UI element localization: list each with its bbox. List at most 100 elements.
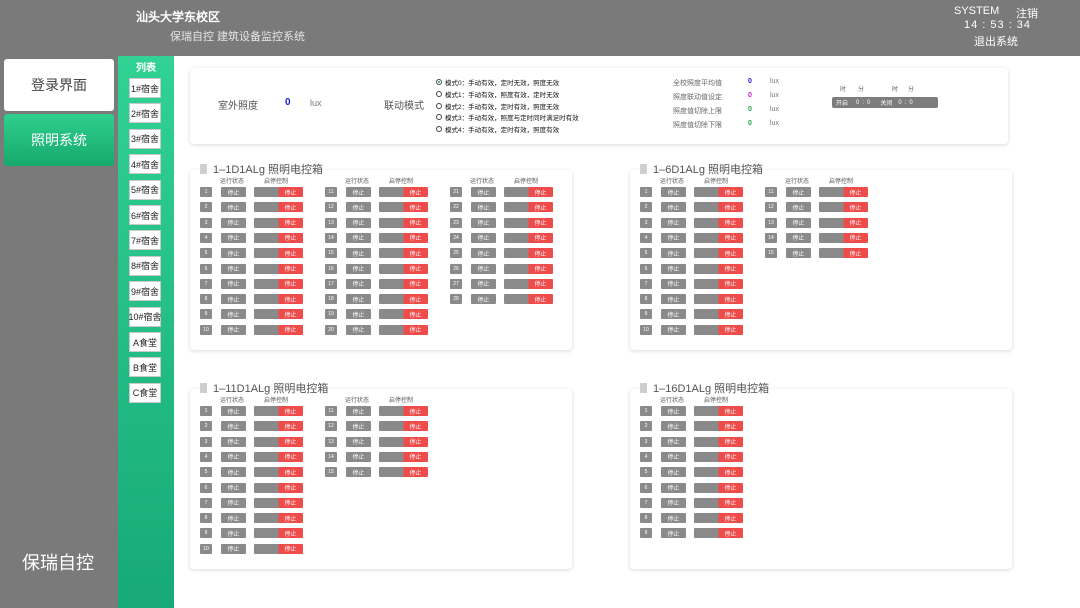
- building-list-item[interactable]: C食堂: [129, 382, 161, 403]
- start-stop-toggle[interactable]: 停止: [504, 263, 553, 274]
- start-stop-label: 停止: [724, 190, 737, 197]
- start-stop-toggle[interactable]: 停止: [504, 217, 553, 228]
- start-stop-toggle[interactable]: 停止: [379, 467, 428, 478]
- timer-on-hour[interactable]: 0: [856, 100, 859, 106]
- linkage-mode-option[interactable]: 模式0：手动有效，定时无效，照度无效: [436, 77, 559, 87]
- start-stop-toggle[interactable]: 停止: [379, 232, 428, 243]
- start-stop-toggle[interactable]: 停止: [504, 278, 553, 289]
- building-list-item[interactable]: 2#宿舍: [129, 103, 161, 124]
- start-stop-toggle[interactable]: 停止: [694, 187, 743, 197]
- start-stop-toggle[interactable]: 停止: [254, 482, 303, 493]
- start-stop-toggle[interactable]: 停止: [254, 232, 303, 243]
- start-stop-toggle[interactable]: 停止: [379, 248, 428, 259]
- start-stop-toggle[interactable]: 停止: [254, 217, 303, 228]
- start-stop-toggle[interactable]: 停止: [254, 421, 303, 432]
- start-stop-toggle[interactable]: 停止: [694, 513, 743, 524]
- start-stop-toggle[interactable]: 停止: [504, 248, 553, 259]
- linkage-mode-option[interactable]: 模式1：手动有效，照度有效，定时无效: [436, 89, 559, 99]
- start-stop-toggle[interactable]: 停止: [379, 436, 428, 447]
- start-stop-toggle[interactable]: 停止: [254, 451, 303, 462]
- start-stop-toggle[interactable]: 停止: [819, 217, 868, 228]
- start-stop-toggle[interactable]: 停止: [694, 309, 743, 320]
- start-stop-toggle[interactable]: 停止: [694, 263, 743, 274]
- start-stop-toggle[interactable]: 停止: [254, 248, 303, 259]
- start-stop-toggle[interactable]: 停止: [254, 543, 303, 554]
- radio-icon[interactable]: [436, 90, 442, 97]
- building-list-item[interactable]: 3#宿舍: [129, 128, 161, 149]
- start-stop-toggle[interactable]: 停止: [694, 232, 743, 243]
- start-stop-toggle[interactable]: 停止: [254, 497, 303, 508]
- radio-icon[interactable]: [436, 102, 442, 109]
- start-stop-toggle[interactable]: 停止: [379, 263, 428, 274]
- start-stop-toggle[interactable]: 停止: [254, 513, 303, 524]
- login-page-button[interactable]: 登录界面: [4, 59, 114, 111]
- start-stop-toggle[interactable]: 停止: [254, 309, 303, 320]
- linkage-mode-option[interactable]: 模式2：手动有效，定时有效，照度无效: [436, 101, 559, 111]
- start-stop-toggle[interactable]: 停止: [819, 187, 868, 197]
- radio-icon[interactable]: [436, 114, 442, 121]
- start-stop-toggle[interactable]: 停止: [254, 294, 303, 305]
- start-stop-toggle[interactable]: 停止: [694, 528, 743, 539]
- linkage-mode-option[interactable]: 模式3：手动有效，照度与定时同时满足时有效: [436, 112, 579, 122]
- timer-on-minute[interactable]: 0: [867, 100, 870, 106]
- start-stop-toggle[interactable]: 停止: [694, 217, 743, 228]
- building-list-item[interactable]: A食堂: [129, 332, 161, 352]
- start-stop-toggle[interactable]: 停止: [379, 202, 428, 213]
- timer-setting-bar[interactable]: 开启 0 : 0 关闭 0 : 0: [832, 97, 938, 108]
- start-stop-toggle[interactable]: 停止: [694, 421, 743, 432]
- start-stop-toggle[interactable]: 停止: [819, 232, 868, 243]
- building-list-item[interactable]: 4#宿舍: [129, 154, 161, 175]
- building-list-item[interactable]: B食堂: [129, 357, 161, 378]
- start-stop-toggle[interactable]: 停止: [504, 232, 553, 243]
- start-stop-toggle[interactable]: 停止: [694, 451, 743, 462]
- radio-icon[interactable]: [436, 79, 442, 85]
- linkage-mode-option[interactable]: 模式4：手动有效，定时有效，照度有效: [436, 124, 559, 134]
- start-stop-toggle[interactable]: 停止: [694, 497, 743, 508]
- building-list-item[interactable]: 7#宿舍: [129, 230, 161, 251]
- start-stop-toggle[interactable]: 停止: [379, 406, 428, 416]
- start-stop-toggle[interactable]: 停止: [819, 248, 868, 259]
- start-stop-toggle[interactable]: 停止: [254, 406, 303, 416]
- start-stop-toggle[interactable]: 停止: [254, 263, 303, 274]
- start-stop-toggle[interactable]: 停止: [694, 294, 743, 305]
- radio-icon[interactable]: [436, 126, 442, 133]
- building-list-item[interactable]: 1#宿舍: [129, 78, 161, 98]
- start-stop-toggle[interactable]: 停止: [254, 467, 303, 478]
- start-stop-toggle[interactable]: 停止: [379, 451, 428, 462]
- start-stop-toggle[interactable]: 停止: [504, 202, 553, 213]
- start-stop-toggle[interactable]: 停止: [254, 187, 303, 197]
- building-list-item[interactable]: 8#宿舍: [129, 255, 161, 276]
- start-stop-toggle[interactable]: 停止: [379, 294, 428, 305]
- start-stop-toggle[interactable]: 停止: [694, 482, 743, 493]
- start-stop-toggle[interactable]: 停止: [694, 202, 743, 213]
- start-stop-toggle[interactable]: 停止: [379, 309, 428, 320]
- start-stop-toggle[interactable]: 停止: [504, 294, 553, 305]
- timer-off-minute[interactable]: 0: [909, 100, 912, 106]
- start-stop-toggle[interactable]: 停止: [694, 467, 743, 478]
- timer-off-hour[interactable]: 0: [898, 100, 901, 106]
- start-stop-toggle[interactable]: 停止: [694, 278, 743, 289]
- start-stop-toggle[interactable]: 停止: [694, 436, 743, 447]
- circuit-number: 9: [640, 309, 652, 320]
- start-stop-toggle[interactable]: 停止: [254, 202, 303, 213]
- building-list-item[interactable]: 9#宿舍: [129, 281, 161, 302]
- start-stop-toggle[interactable]: 停止: [694, 406, 743, 416]
- lighting-system-button[interactable]: 照明系统: [4, 114, 114, 166]
- start-stop-toggle[interactable]: 停止: [504, 187, 553, 197]
- start-stop-toggle[interactable]: 停止: [379, 421, 428, 432]
- start-stop-toggle[interactable]: 停止: [694, 324, 743, 335]
- start-stop-toggle[interactable]: 停止: [254, 528, 303, 539]
- building-list-item[interactable]: 5#宿舍: [129, 179, 161, 200]
- start-stop-toggle[interactable]: 停止: [254, 278, 303, 289]
- exit-system-link[interactable]: 退出系统: [974, 33, 1018, 49]
- start-stop-toggle[interactable]: 停止: [379, 324, 428, 335]
- start-stop-toggle[interactable]: 停止: [694, 248, 743, 259]
- start-stop-toggle[interactable]: 停止: [254, 324, 303, 335]
- building-list-item[interactable]: 10#宿舍: [128, 306, 162, 327]
- start-stop-toggle[interactable]: 停止: [379, 278, 428, 289]
- start-stop-toggle[interactable]: 停止: [254, 436, 303, 447]
- building-list-item[interactable]: 6#宿舍: [129, 205, 161, 225]
- start-stop-toggle[interactable]: 停止: [819, 202, 868, 213]
- start-stop-toggle[interactable]: 停止: [379, 187, 428, 197]
- start-stop-toggle[interactable]: 停止: [379, 217, 428, 228]
